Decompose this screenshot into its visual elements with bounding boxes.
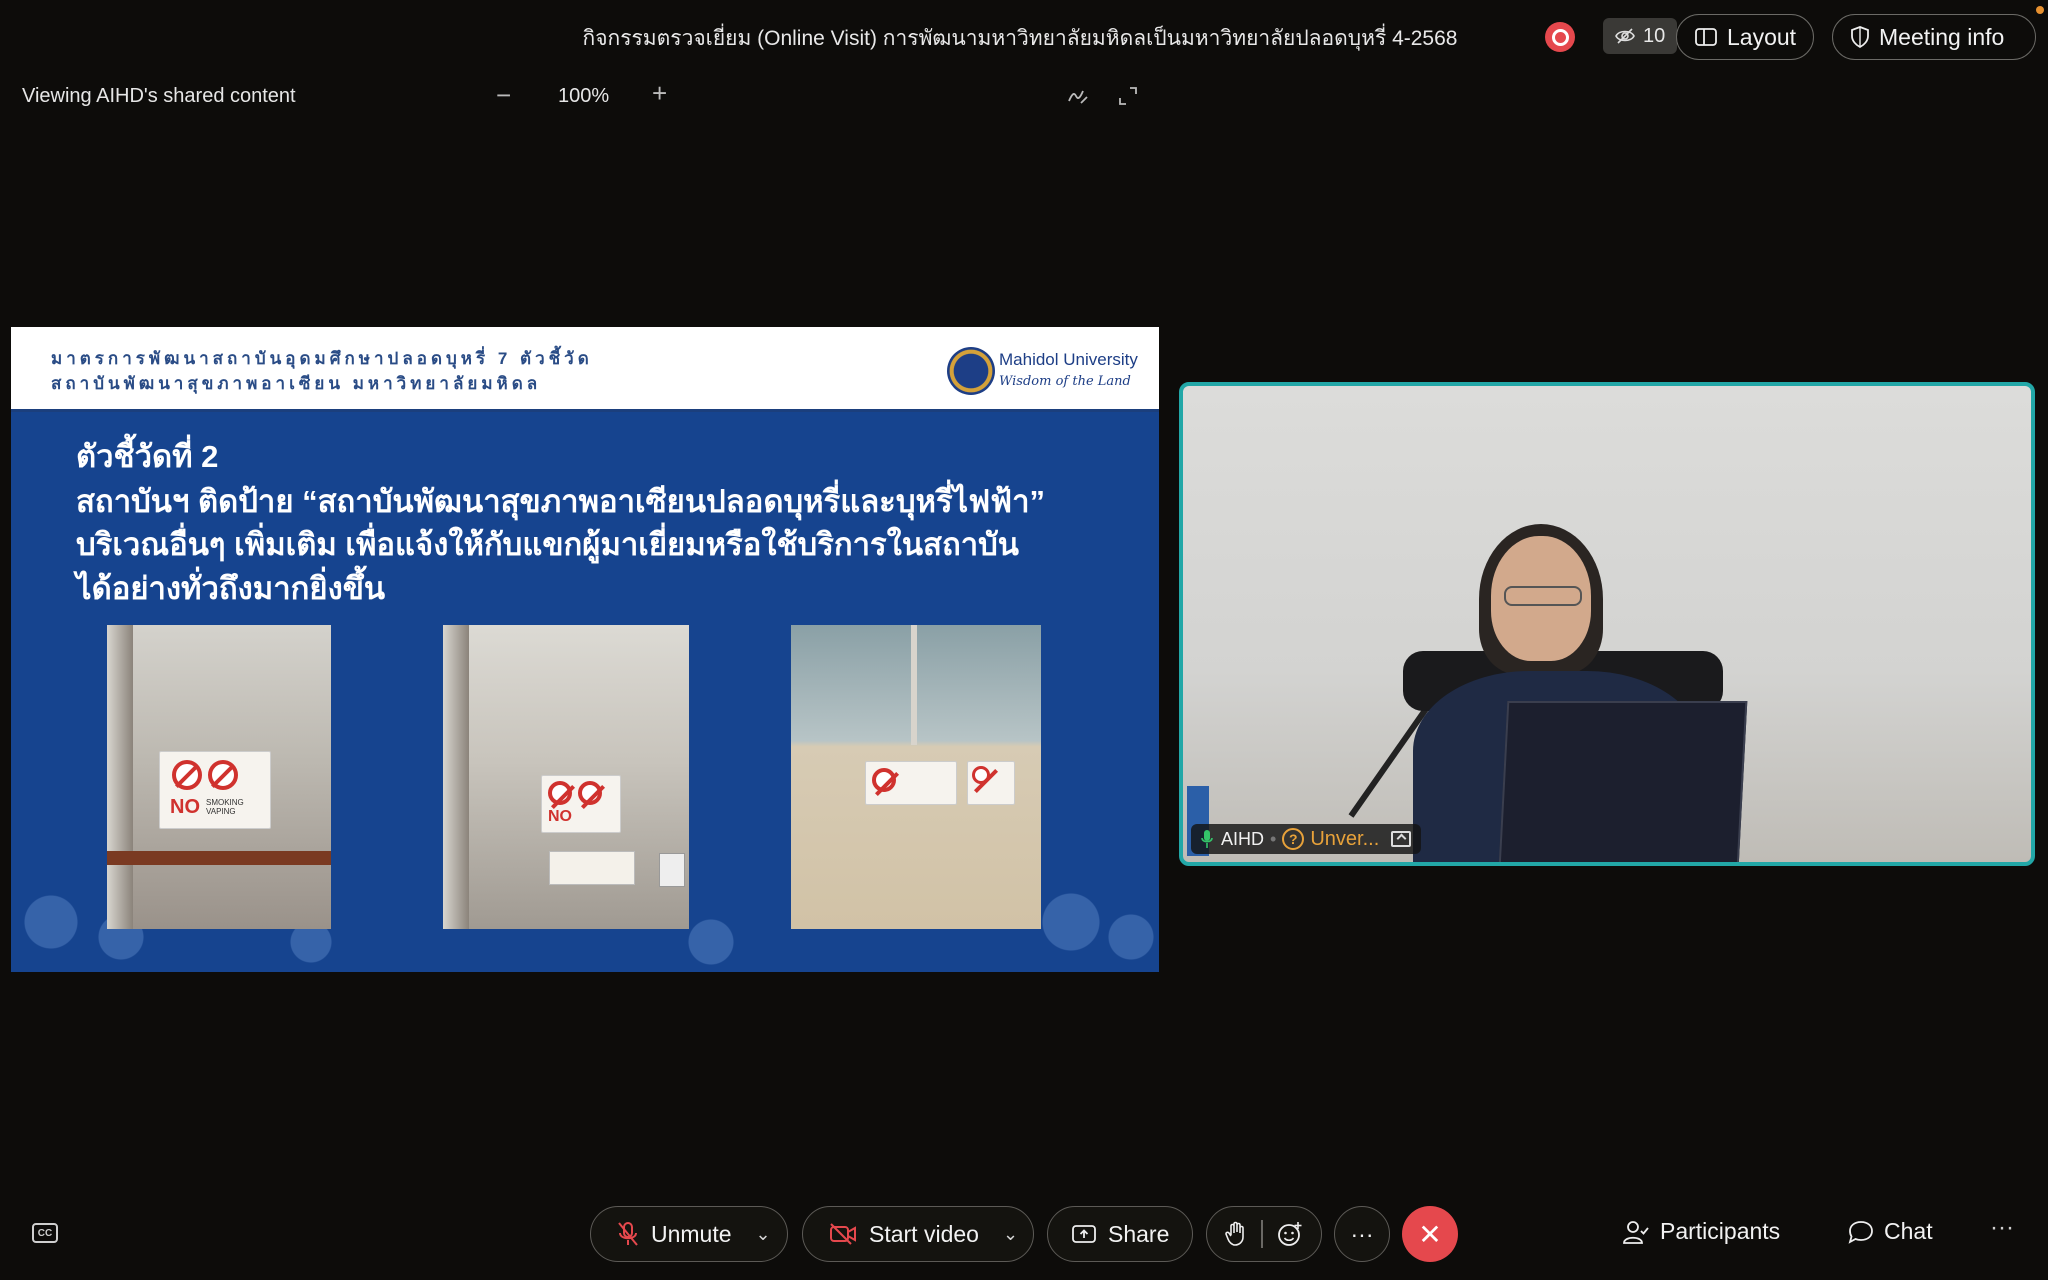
no-smoking-sign: NO SMOKING VAPING <box>159 751 271 829</box>
shield-icon <box>1851 26 1869 48</box>
close-icon: ✕ <box>1418 1218 1442 1250</box>
sign-no-text: NO <box>170 796 200 818</box>
hidden-count-value: 10 <box>1643 24 1666 47</box>
zoom-out-button[interactable]: − <box>496 80 511 111</box>
push-sign <box>659 853 685 887</box>
emoji-reaction-icon[interactable] <box>1277 1221 1303 1247</box>
participant-name: AIHD <box>1221 828 1265 849</box>
participants-button[interactable]: Participants <box>1622 1218 1780 1245</box>
no-smoking-icon <box>172 760 202 790</box>
chat-label: Chat <box>1884 1218 1933 1244</box>
reactions-group <box>1206 1206 1322 1262</box>
mahidol-university-logo <box>947 347 995 395</box>
microphone-icon <box>1201 829 1215 849</box>
eye-slash-icon <box>1615 27 1635 45</box>
share-label: Share <box>1108 1220 1170 1247</box>
photo-no-smoking-sign-door: NO SMOKING VAPING <box>107 625 331 929</box>
meeting-info-button[interactable]: Meeting info <box>1832 14 2036 60</box>
no-smoking-icon <box>972 766 990 784</box>
slide-body-line-2: บริเวณอื่นๆ เพิ่มเติม เพื่อแจ้งให้กับแขก… <box>76 527 1019 562</box>
university-tagline: Wisdom of the Land <box>999 374 1131 389</box>
layout-icon <box>1695 28 1717 46</box>
photo-no-smoking-sign-wall <box>791 625 1041 929</box>
video-off-icon <box>829 1223 857 1245</box>
laptop <box>1498 701 1748 862</box>
share-screen-icon <box>1072 1224 1096 1244</box>
shared-slide: มาตรการพัฒนาสถาบันอุดมศึกษาปลอดบุหรี่ 7 … <box>11 327 1159 972</box>
video-options-chevron-down-icon[interactable]: ⌄ <box>1003 1224 1018 1245</box>
start-video-label: Start video <box>869 1220 979 1247</box>
keep-door-closed-sign <box>549 851 635 885</box>
university-name: Mahidol University <box>999 350 1138 369</box>
indicator-title: ตัวชี้วัดที่ 2 <box>76 439 219 474</box>
no-smoking-sign-thai <box>865 761 957 805</box>
no-smoking-icon <box>548 781 572 805</box>
annotate-icon[interactable] <box>1066 84 1090 108</box>
participant-video-tile[interactable]: AIHD • ? Unver... <box>1179 382 2035 866</box>
no-vaping-icon <box>578 781 602 805</box>
unmute-button[interactable]: Unmute ⌄ <box>590 1206 788 1262</box>
no-smoking-icon <box>872 768 896 792</box>
no-vaping-icon <box>208 760 238 790</box>
fullscreen-icon[interactable] <box>1116 84 1140 108</box>
no-smoking-sign <box>967 761 1015 805</box>
zoom-level: 100% <box>558 85 610 107</box>
more-label: ··· <box>1350 1220 1374 1247</box>
slide-header-line-2: สถาบันพัฒนาสุขภาพอาเซียน มหาวิทยาลัยมหิด… <box>51 374 542 393</box>
chat-bubble-icon <box>1848 1220 1874 1244</box>
screen-share-icon <box>1391 831 1412 847</box>
participants-icon <box>1622 1219 1650 1245</box>
unmute-label: Unmute <box>651 1220 732 1247</box>
layout-button[interactable]: Layout <box>1676 14 1814 60</box>
start-video-button[interactable]: Start video ⌄ <box>802 1206 1034 1262</box>
verification-status: Unver... <box>1310 827 1380 850</box>
share-button[interactable]: Share <box>1047 1206 1193 1262</box>
layout-label: Layout <box>1727 23 1797 50</box>
raise-hand-icon[interactable] <box>1225 1221 1247 1247</box>
viewing-shared-content-label: Viewing AIHD's shared content <box>22 85 296 107</box>
meeting-title: กิจกรรมตรวจเยี่ยม (Online Visit) การพัฒน… <box>582 27 1458 50</box>
overflow-menu-button[interactable]: ··· <box>1990 1214 2014 1242</box>
meeting-info-label: Meeting info <box>1879 23 2005 50</box>
photo-no-smoking-sign-hallway: NO <box>443 625 689 929</box>
recording-indicator-icon[interactable] <box>1545 22 1575 52</box>
unverified-question-icon: ? <box>1282 828 1305 850</box>
more-options-button[interactable]: ··· <box>1334 1206 1390 1262</box>
video-tile-footer: AIHD • ? Unver... <box>1191 824 1422 854</box>
zoom-in-button[interactable]: + <box>652 78 667 109</box>
muted-microphone-icon <box>617 1221 639 1247</box>
chat-button[interactable]: Chat <box>1848 1218 1933 1245</box>
sign-smoking-text: SMOKING VAPING <box>206 798 244 816</box>
slide-header-line-1: มาตรการพัฒนาสถาบันอุดมศึกษาปลอดบุหรี่ 7 … <box>51 349 593 368</box>
no-smoking-sign: NO <box>541 775 621 833</box>
slide-header: มาตรการพัฒนาสถาบันอุดมศึกษาปลอดบุหรี่ 7 … <box>11 327 1159 412</box>
audio-options-chevron-down-icon[interactable]: ⌄ <box>756 1224 771 1245</box>
leave-meeting-button[interactable]: ✕ <box>1402 1206 1458 1262</box>
slide-body-line-3: ได้อย่างทั่วถึงมากยิ่งขึ้น <box>76 571 386 606</box>
hidden-participants-badge[interactable]: 10 <box>1603 18 1678 54</box>
sign-no-text: NO <box>548 808 572 825</box>
notification-dot-icon <box>2036 6 2044 14</box>
participants-label: Participants <box>1660 1218 1781 1244</box>
closed-captions-icon[interactable]: CC <box>32 1223 58 1243</box>
